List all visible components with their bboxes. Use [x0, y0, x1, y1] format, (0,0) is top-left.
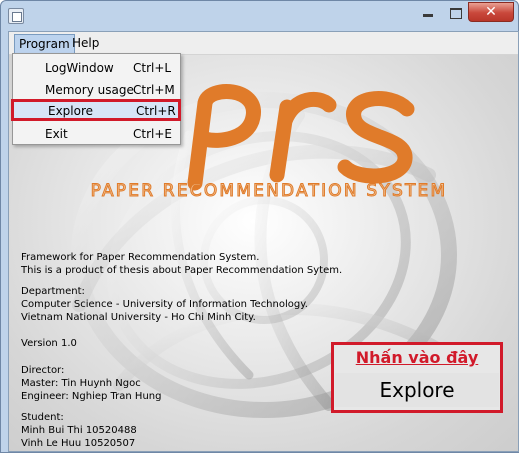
minimize-button[interactable]: [415, 2, 441, 22]
menu-bar: Program Help: [9, 32, 518, 55]
menu-item-shortcut: Ctrl+L: [133, 61, 172, 75]
logo-subtitle: PAPER RECOMMENDATION SYSTEM: [90, 181, 448, 202]
application-window: ✕ Program Help PAPER RECOMMENDATION SYST…: [0, 0, 519, 453]
department-line-2: Vietnam National University - Ho Chi Min…: [21, 312, 256, 323]
student-label: Student:: [21, 412, 64, 423]
director-master: Master: Tin Huynh Ngoc: [21, 378, 141, 389]
explore-button[interactable]: Explore: [335, 373, 499, 407]
director-label: Director:: [21, 365, 65, 376]
menu-item-label: Memory usage: [45, 83, 134, 97]
java-app-icon[interactable]: [8, 8, 24, 24]
info-line-thesis: This is a product of thesis about Paper …: [21, 265, 343, 276]
student-2: Vinh Le Huu 10520507: [21, 438, 136, 449]
menu-item-exit[interactable]: Exit Ctrl+E: [13, 123, 180, 145]
menu-item-logwindow[interactable]: LogWindow Ctrl+L: [13, 57, 180, 79]
version-text: Version 1.0: [21, 338, 77, 349]
menu-item-shortcut: Ctrl+R: [136, 104, 176, 118]
explore-hint-text: Nhấn vào đây: [355, 348, 479, 367]
student-1: Minh Bui Thi 10520488: [21, 425, 137, 436]
menu-help[interactable]: Help: [68, 34, 103, 52]
program-menu-dropdown: LogWindow Ctrl+L Memory usage Ctrl+M Exp…: [11, 53, 181, 145]
menu-item-explore[interactable]: Explore Ctrl+R: [11, 99, 181, 121]
title-bar[interactable]: ✕: [1, 1, 518, 31]
menu-item-memory-usage[interactable]: Memory usage Ctrl+M: [13, 79, 180, 101]
department-label: Department:: [21, 286, 85, 297]
menu-item-label: Explore: [48, 104, 94, 118]
maximize-button[interactable]: [442, 2, 468, 22]
explore-highlight-box: Nhấn vào đây Explore: [331, 342, 503, 413]
department-line-1: Computer Science - University of Informa…: [21, 299, 308, 310]
menu-program[interactable]: Program: [14, 34, 75, 54]
director-engineer: Engineer: Nghiep Tran Hung: [21, 391, 162, 402]
menu-item-shortcut: Ctrl+M: [133, 83, 175, 97]
info-line-framework: Framework for Paper Recommendation Syste…: [21, 252, 260, 263]
menu-item-label: Exit: [45, 127, 68, 141]
close-button[interactable]: ✕: [468, 2, 514, 22]
menu-item-label: LogWindow: [45, 61, 114, 75]
close-icon: ✕: [485, 4, 497, 20]
menu-item-shortcut: Ctrl+E: [133, 127, 172, 141]
